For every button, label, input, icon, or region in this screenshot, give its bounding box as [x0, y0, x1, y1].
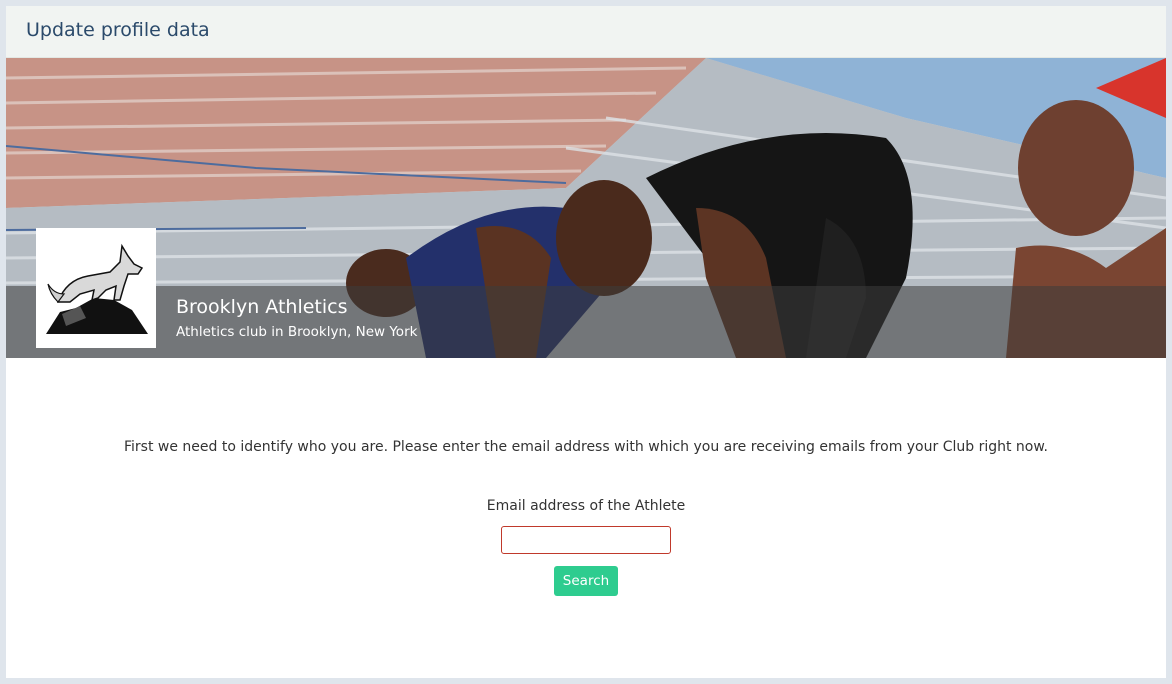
search-button[interactable]: Search — [554, 566, 618, 596]
email-field-label: Email address of the Athlete — [486, 498, 686, 514]
wolf-on-rock-icon — [46, 243, 148, 334]
club-name: Brooklyn Athletics — [176, 296, 348, 318]
club-banner: Brooklyn Athletics Athletics club in Bro… — [6, 58, 1166, 358]
club-logo — [36, 228, 156, 348]
page-frame: Update profile data Brooklyn Athletics A… — [6, 6, 1166, 678]
club-subtitle: Athletics club in Brooklyn, New York — [176, 324, 418, 340]
email-field[interactable] — [501, 526, 671, 554]
title-bar: Update profile data — [6, 6, 1166, 58]
page-title: Update profile data — [26, 19, 210, 41]
intro-text: First we need to identify who you are. P… — [124, 439, 1048, 455]
